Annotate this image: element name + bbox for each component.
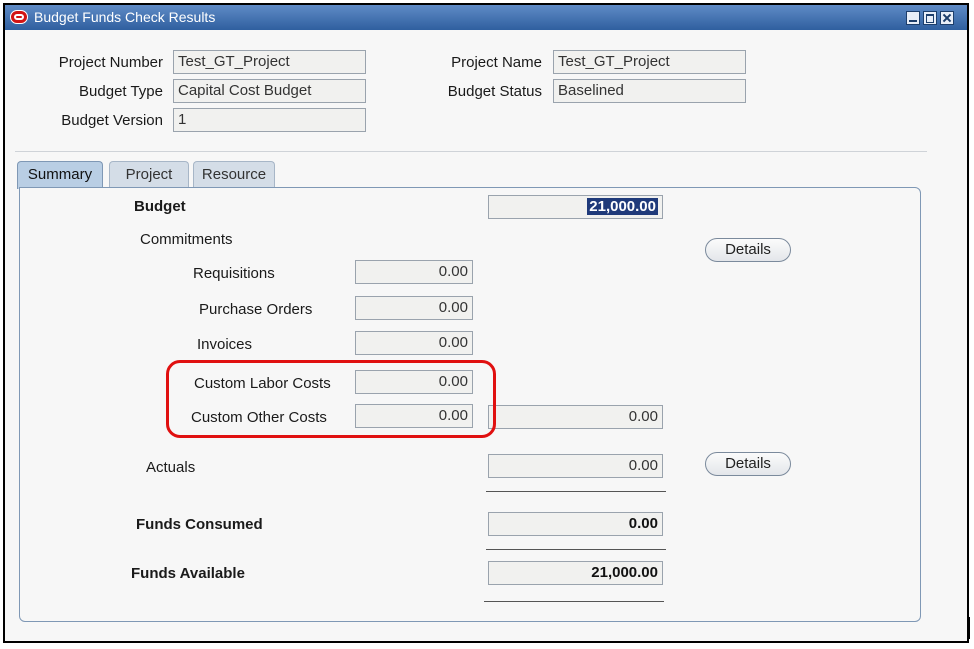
window-edge-shadow — [968, 617, 970, 639]
project-name-label: Project Name — [451, 54, 542, 71]
tab-summary[interactable]: Summary — [17, 161, 103, 189]
window-titlebar[interactable]: Budget Funds Check Results — [5, 5, 967, 30]
actuals-details-button[interactable]: Details — [705, 452, 791, 476]
close-icon[interactable] — [940, 11, 954, 25]
funds-available-label: Funds Available — [131, 565, 245, 582]
budget-field[interactable]: 21,000.00 — [488, 195, 663, 219]
budget-type-field[interactable]: Capital Cost Budget — [173, 79, 366, 103]
funds-available-field[interactable]: 21,000.00 — [488, 561, 663, 585]
maximize-icon[interactable] — [923, 11, 937, 25]
commitments-label: Commitments — [140, 231, 233, 248]
window-title: Budget Funds Check Results — [34, 9, 216, 25]
funds-available-line — [484, 601, 664, 602]
actuals-field[interactable]: 0.00 — [488, 454, 663, 478]
requisitions-field[interactable]: 0.00 — [355, 260, 473, 284]
actuals-label: Actuals — [146, 459, 196, 476]
invoices-label: Invoices — [197, 336, 253, 353]
requisitions-label: Requisitions — [193, 265, 275, 282]
tab-resource[interactable]: Resource — [193, 161, 275, 187]
purchase-orders-field[interactable]: 0.00 — [355, 296, 473, 320]
commitments-details-button[interactable]: Details — [705, 238, 791, 262]
funds-consumed-line — [486, 549, 666, 550]
project-number-label: Project Number — [58, 54, 163, 71]
tab-project[interactable]: Project — [109, 161, 189, 187]
invoices-field[interactable]: 0.00 — [355, 331, 473, 355]
funds-consumed-label: Funds Consumed — [136, 516, 263, 533]
budget-type-label: Budget Type — [79, 83, 163, 100]
minimize-icon[interactable] — [906, 11, 920, 25]
purchase-orders-label: Purchase Orders — [199, 301, 313, 318]
budget-version-label: Budget Version — [61, 112, 163, 129]
budget-label: Budget — [134, 198, 186, 215]
budget-status-label: Budget Status — [447, 83, 542, 100]
budget-status-field[interactable]: Baselined — [553, 79, 746, 103]
project-name-field[interactable]: Test_GT_Project — [553, 50, 746, 74]
funds-consumed-field[interactable]: 0.00 — [488, 512, 663, 536]
oracle-logo-icon — [10, 10, 28, 24]
budget-version-field[interactable]: 1 — [173, 108, 366, 132]
budget-funds-check-window: Budget Funds Check Results Project Numbe… — [3, 3, 969, 643]
budget-value: 21,000.00 — [587, 198, 658, 215]
header-divider — [15, 151, 927, 152]
custom-costs-highlight — [166, 360, 496, 438]
project-number-field[interactable]: Test_GT_Project — [173, 50, 366, 74]
commitments-total-field[interactable]: 0.00 — [488, 405, 663, 429]
actuals-total-line — [486, 491, 666, 492]
